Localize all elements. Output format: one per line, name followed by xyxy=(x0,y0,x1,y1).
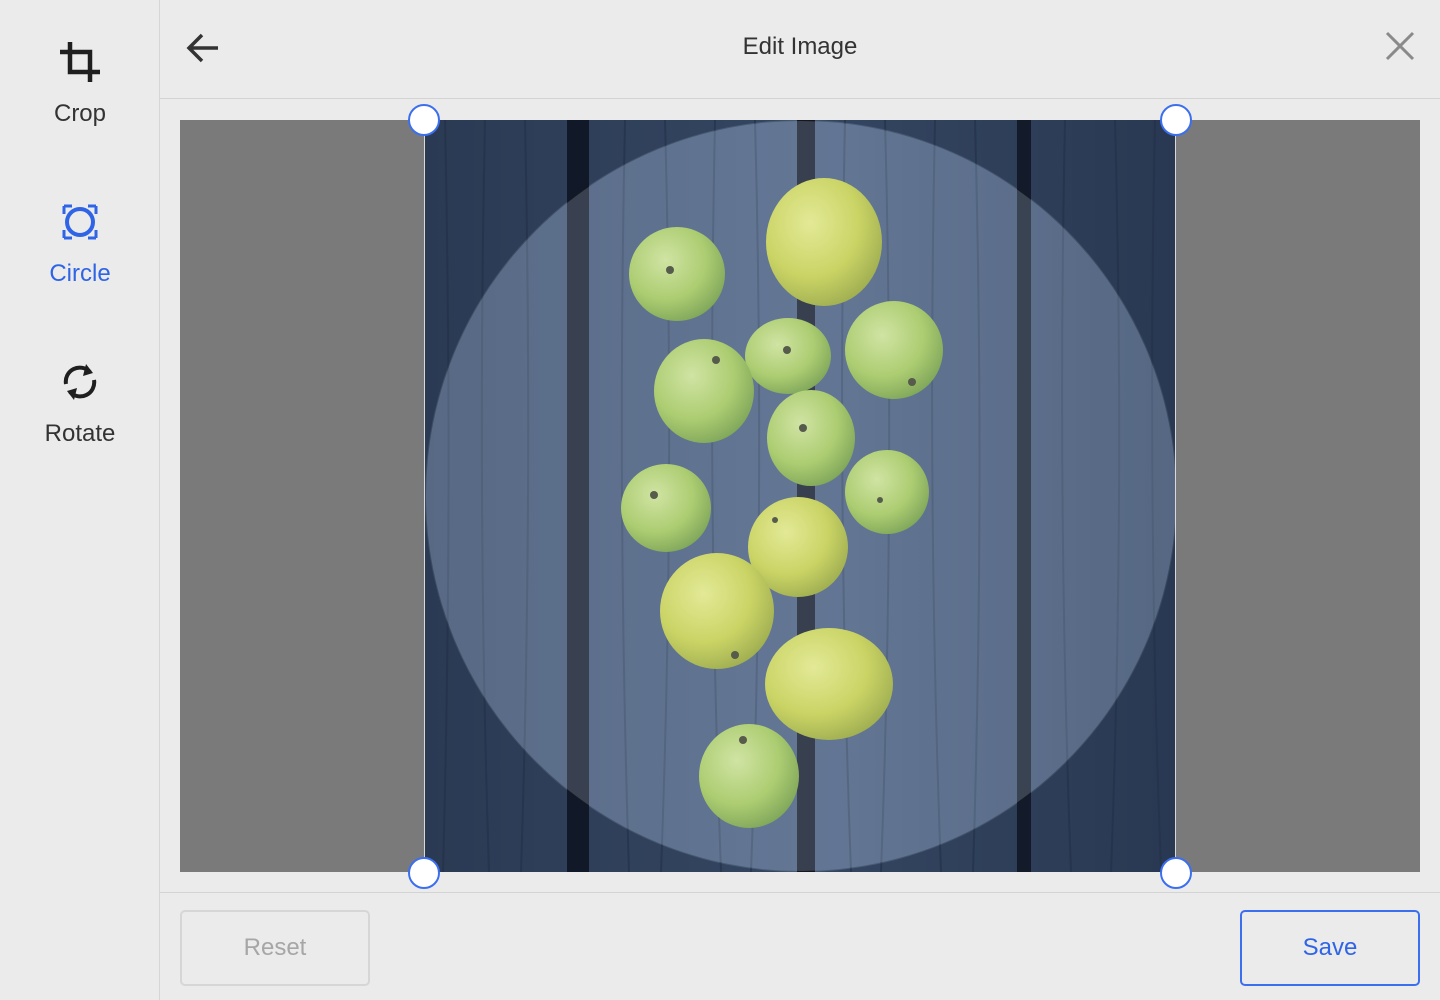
tool-sidebar: Crop Circle Rotate xyxy=(0,0,160,1000)
close-icon xyxy=(1384,30,1416,67)
tool-circle-label: Circle xyxy=(49,260,111,287)
crop-handle-top-left[interactable] xyxy=(408,104,440,136)
tool-crop[interactable]: Crop xyxy=(0,38,160,158)
crop-selection[interactable] xyxy=(424,120,1176,872)
tool-circle[interactable]: Circle xyxy=(0,198,160,318)
reset-button[interactable]: Reset xyxy=(180,910,370,986)
edit-image-dialog: Crop Circle Rotate Edit Image Reset Save xyxy=(0,0,1440,1000)
crop-handle-bottom-right[interactable] xyxy=(1160,857,1192,889)
apple-photo xyxy=(425,120,1175,872)
rotate-icon xyxy=(56,358,104,406)
tool-crop-label: Crop xyxy=(53,100,107,127)
save-button[interactable]: Save xyxy=(1240,910,1420,986)
crop-icon xyxy=(56,38,104,86)
tool-rotate[interactable]: Rotate xyxy=(0,358,160,478)
circle-icon xyxy=(56,198,104,246)
dialog-header: Edit Image xyxy=(160,0,1440,99)
dialog-title: Edit Image xyxy=(742,33,858,60)
tool-rotate-label: Rotate xyxy=(44,420,116,447)
crop-handle-bottom-left[interactable] xyxy=(408,857,440,889)
close-button[interactable] xyxy=(1382,30,1418,66)
image-canvas xyxy=(180,120,1420,872)
footer-divider xyxy=(160,892,1440,893)
crop-handle-top-right[interactable] xyxy=(1160,104,1192,136)
